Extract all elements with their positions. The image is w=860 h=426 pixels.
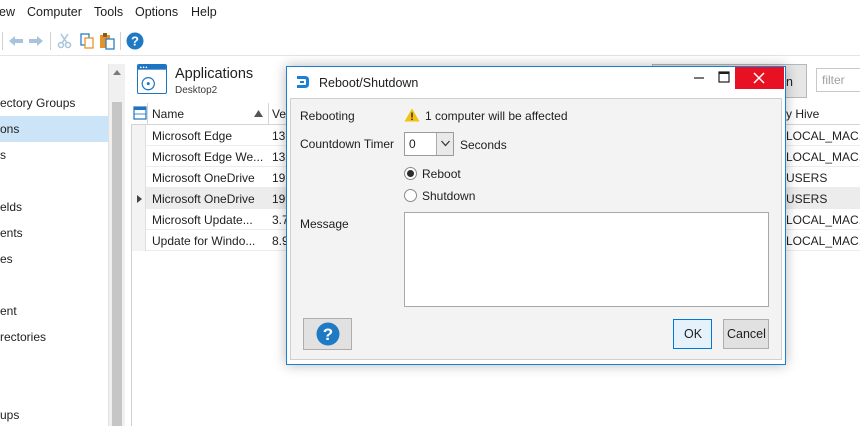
cell-hive: LOCAL_MAC... bbox=[786, 150, 860, 164]
menu-tools[interactable]: Tools bbox=[94, 5, 123, 19]
column-header-registry-hive[interactable]: y Hive bbox=[786, 107, 819, 121]
chevron-down-icon bbox=[441, 140, 450, 147]
cell-version: 3.7 bbox=[272, 213, 286, 227]
cell-hive: LOCAL_MAC... bbox=[786, 129, 860, 143]
cut-icon[interactable] bbox=[56, 32, 74, 50]
menu-computer[interactable]: Computer bbox=[27, 5, 82, 19]
svg-text:?: ? bbox=[131, 34, 139, 49]
tree-item[interactable]: s bbox=[0, 142, 108, 168]
help-icon: ? bbox=[316, 322, 340, 346]
paste-icon[interactable] bbox=[98, 32, 116, 50]
toolbar: ? bbox=[0, 26, 860, 56]
ok-button-label: OK bbox=[684, 327, 703, 341]
reboot-option-label[interactable]: Reboot bbox=[422, 167, 461, 181]
column-divider bbox=[268, 103, 269, 124]
tree-item[interactable] bbox=[0, 64, 108, 90]
cell-hive: LOCAL_MAC... bbox=[786, 234, 860, 248]
tree-item-directories[interactable]: rectories bbox=[0, 324, 108, 350]
cell-version: 13 bbox=[272, 150, 286, 164]
column-header-name[interactable]: Name bbox=[152, 107, 184, 121]
rebooting-label: Rebooting bbox=[300, 109, 355, 123]
warning-message: 1 computer will be affected bbox=[425, 109, 568, 123]
current-row-indicator-icon bbox=[137, 195, 142, 203]
tree-item-groups[interactable]: ups bbox=[0, 402, 108, 426]
scroll-up-arrow-icon[interactable] bbox=[113, 70, 121, 75]
tree-item[interactable] bbox=[0, 168, 108, 194]
tree-item[interactable]: es bbox=[0, 246, 108, 272]
minimize-icon[interactable] bbox=[692, 71, 706, 85]
close-button[interactable] bbox=[735, 67, 784, 89]
column-divider bbox=[147, 103, 148, 124]
help-icon[interactable]: ? bbox=[126, 32, 144, 50]
copy-icon[interactable] bbox=[78, 32, 96, 50]
svg-text:?: ? bbox=[323, 325, 333, 344]
countdown-value: 0 bbox=[409, 137, 416, 151]
countdown-unit: Seconds bbox=[460, 138, 507, 152]
tree-item[interactable]: ent bbox=[0, 298, 108, 324]
navigation-tree: ectory Groups ons s elds ents es ent rec… bbox=[0, 64, 125, 426]
cell-name: Microsoft OneDrive bbox=[152, 171, 255, 185]
menu-options[interactable]: Options bbox=[135, 5, 178, 19]
filter-placeholder: filter bbox=[822, 73, 845, 87]
dialog-title: Reboot/Shutdown bbox=[319, 76, 419, 90]
radio-selected-dot bbox=[407, 170, 414, 177]
cell-name: Microsoft Update... bbox=[152, 213, 253, 227]
menu-bar: ew Computer Tools Options Help bbox=[0, 0, 860, 26]
scrollbar-thumb[interactable] bbox=[112, 102, 122, 426]
row-selector[interactable] bbox=[132, 230, 146, 251]
row-selector[interactable] bbox=[132, 146, 146, 167]
tree-item[interactable] bbox=[0, 350, 108, 376]
action-button-label: n bbox=[786, 75, 793, 89]
tree-item-directory-groups[interactable]: ectory Groups bbox=[0, 90, 108, 116]
cell-name: Microsoft Edge We... bbox=[152, 150, 264, 164]
tree-scrollbar[interactable] bbox=[108, 64, 125, 426]
tree-item[interactable]: ents bbox=[0, 220, 108, 246]
toolbar-separator bbox=[50, 32, 51, 50]
countdown-dropdown-button[interactable] bbox=[436, 133, 453, 155]
application-window-icon bbox=[137, 64, 167, 94]
row-selector[interactable] bbox=[132, 167, 146, 188]
tree-item-fields[interactable]: elds bbox=[0, 194, 108, 220]
toolbar-separator bbox=[2, 32, 3, 50]
page-subtitle: Desktop2 bbox=[175, 85, 218, 96]
maximize-icon[interactable] bbox=[716, 70, 732, 84]
shutdown-radio[interactable] bbox=[404, 189, 417, 202]
close-icon bbox=[753, 72, 765, 84]
cell-name: Microsoft OneDrive bbox=[152, 192, 255, 206]
warning-icon bbox=[404, 108, 420, 122]
tree-item-applications[interactable]: ons bbox=[0, 116, 108, 142]
column-chooser-icon[interactable] bbox=[133, 106, 147, 120]
cell-version: 19 bbox=[272, 192, 286, 206]
cell-name: Microsoft Edge bbox=[152, 129, 233, 143]
column-header-version[interactable]: Ve bbox=[272, 107, 286, 121]
cell-hive: USERS bbox=[786, 171, 828, 185]
cancel-button-label: Cancel bbox=[727, 327, 766, 341]
menu-help[interactable]: Help bbox=[191, 5, 217, 19]
menu-view[interactable]: ew bbox=[0, 5, 15, 19]
forward-arrow-icon[interactable] bbox=[27, 32, 45, 50]
shutdown-option-label[interactable]: Shutdown bbox=[422, 189, 475, 203]
countdown-label: Countdown Timer bbox=[300, 137, 395, 151]
row-selector[interactable] bbox=[132, 209, 146, 230]
app-logo-icon bbox=[297, 76, 309, 88]
cell-hive: LOCAL_MAC... bbox=[786, 213, 860, 227]
page-title: Applications bbox=[175, 66, 254, 82]
toolbar-separator bbox=[120, 32, 121, 50]
tree-item[interactable] bbox=[0, 272, 108, 298]
cell-version: 19 bbox=[272, 171, 286, 185]
cell-name: Update for Windo... bbox=[152, 234, 256, 248]
row-selector[interactable] bbox=[132, 125, 146, 146]
message-label: Message bbox=[300, 217, 349, 231]
back-arrow-icon[interactable] bbox=[7, 32, 25, 50]
sort-ascending-icon bbox=[254, 110, 263, 117]
message-textarea[interactable] bbox=[404, 212, 769, 307]
help-button[interactable]: ? bbox=[303, 318, 352, 350]
cell-version: 13 bbox=[272, 129, 286, 143]
cell-hive: USERS bbox=[786, 192, 828, 206]
cell-version: 8.9 bbox=[272, 234, 286, 248]
